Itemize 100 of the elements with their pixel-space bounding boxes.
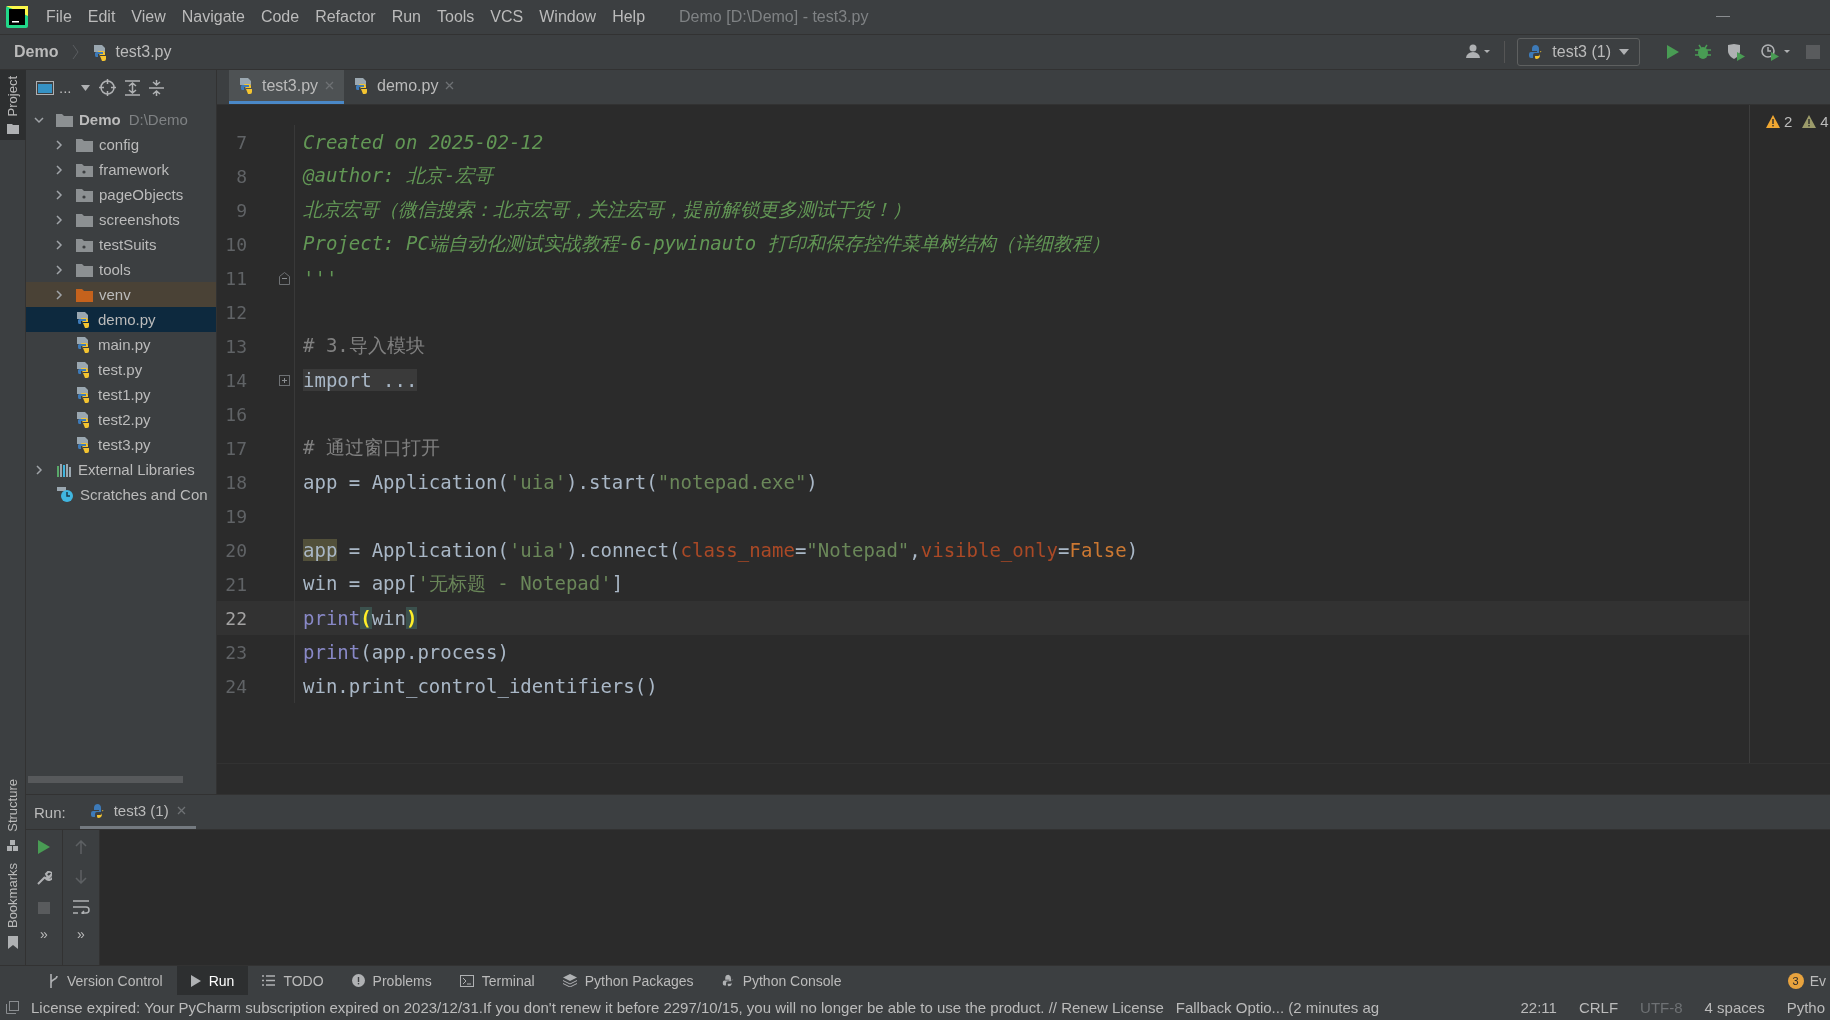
- bug-icon[interactable]: [1694, 43, 1712, 61]
- tool-window-tab[interactable]: Python Console: [707, 966, 856, 995]
- soft-wrap-icon[interactable]: [72, 900, 90, 915]
- library-icon: [56, 462, 72, 477]
- tree-item[interactable]: tools: [26, 257, 216, 282]
- tool-window-tab[interactable]: TODO: [248, 966, 338, 995]
- profile-icon[interactable]: [1760, 43, 1792, 61]
- expand-all-icon[interactable]: [124, 79, 140, 96]
- menu-item[interactable]: Help: [604, 8, 654, 26]
- tool-window-tab[interactable]: Run: [176, 966, 249, 995]
- tree-item[interactable]: testSuits: [26, 232, 216, 257]
- chevron-down-icon[interactable]: [34, 114, 44, 125]
- tree-item[interactable]: Scratches and Con: [26, 482, 216, 507]
- tree-item[interactable]: screenshots: [26, 207, 216, 232]
- status-item[interactable]: CRLF: [1573, 999, 1624, 1016]
- chevron-right-icon[interactable]: [54, 239, 64, 250]
- line-number: 22: [224, 607, 247, 629]
- tree-item[interactable]: test3.py: [26, 432, 216, 457]
- tree-item[interactable]: External Libraries: [26, 457, 216, 482]
- menu-item[interactable]: Refactor: [307, 8, 384, 26]
- fold-icon[interactable]: [279, 271, 290, 285]
- project-tool-tab[interactable]: Project: [0, 70, 26, 141]
- side-tool-tab[interactable]: Bookmarks: [0, 856, 26, 955]
- code-line: app = Application('uia').start("notepad.exe"): [302, 471, 818, 493]
- layout-icon[interactable]: [36, 80, 54, 95]
- tool-window-tab[interactable]: Python Packages: [548, 966, 708, 995]
- rerun-icon[interactable]: [38, 840, 50, 855]
- status-item[interactable]: Pytho: [1781, 999, 1830, 1016]
- close-icon[interactable]: [445, 81, 455, 90]
- event-log-tab[interactable]: 3 Ev: [1787, 966, 1830, 995]
- tree-item[interactable]: pageObjects: [26, 182, 216, 207]
- tool-window-tab[interactable]: Problems: [337, 966, 446, 995]
- editor-tab[interactable]: test3.py: [229, 70, 345, 104]
- package-folder-icon: [76, 237, 93, 252]
- folder-icon: [76, 137, 93, 152]
- tree-item[interactable]: main.py: [26, 332, 216, 357]
- view-selector[interactable]: ...: [59, 79, 72, 96]
- tree-item[interactable]: venv: [26, 282, 216, 307]
- scrollbar-thumb[interactable]: [28, 775, 183, 783]
- chevron-right-icon[interactable]: [54, 164, 64, 175]
- menu-item[interactable]: Window: [531, 8, 605, 26]
- side-tool-tab[interactable]: Structure: [0, 773, 26, 857]
- chevron-right-icon[interactable]: [34, 464, 44, 475]
- locate-icon[interactable]: [98, 79, 116, 96]
- editor-tab[interactable]: demo.py: [344, 70, 465, 104]
- panel-toggle-icon[interactable]: [6, 1001, 19, 1014]
- tree-item[interactable]: demo.py: [26, 307, 216, 332]
- status-message[interactable]: Fallback Optio... (2 minutes ag: [1175, 999, 1380, 1016]
- coverage-icon[interactable]: [1726, 43, 1746, 61]
- chevron-right-icon[interactable]: [54, 189, 64, 200]
- more-button[interactable]: »: [77, 926, 85, 943]
- chevron-right-icon[interactable]: [54, 139, 64, 150]
- menu-item[interactable]: Navigate: [173, 8, 253, 26]
- tree-item-label: demo.py: [98, 311, 156, 328]
- tool-window-tab[interactable]: Version Control: [34, 966, 177, 995]
- collapse-all-icon[interactable]: [148, 79, 164, 96]
- tool-window-tab[interactable]: Terminal: [445, 966, 549, 995]
- menu-item[interactable]: Code: [252, 8, 308, 26]
- wrench-icon[interactable]: [36, 870, 52, 887]
- code-line: print(app.process): [302, 641, 509, 663]
- menu-item[interactable]: File: [38, 8, 80, 26]
- menu-item[interactable]: Run: [383, 8, 429, 26]
- alert-icon: [351, 974, 365, 987]
- menu-item[interactable]: Tools: [429, 8, 483, 26]
- run-panel-label: Run:: [34, 803, 66, 821]
- menu-item[interactable]: View: [123, 8, 174, 26]
- close-icon[interactable]: [176, 806, 186, 816]
- user-icon[interactable]: [1466, 44, 1493, 60]
- chevron-right-icon[interactable]: [54, 264, 64, 275]
- tree-item[interactable]: Demo D:\Demo: [26, 107, 216, 132]
- run-configuration-dropdown[interactable]: test3 (1): [1517, 38, 1640, 66]
- status-item[interactable]: 4 spaces: [1699, 999, 1770, 1016]
- python-file-icon: [76, 336, 92, 353]
- tree-item[interactable]: framework: [26, 157, 216, 182]
- tree-item[interactable]: test.py: [26, 357, 216, 382]
- chevron-right-icon[interactable]: [54, 214, 64, 225]
- tab-label: test3 (1): [113, 802, 169, 820]
- breadcrumb-item[interactable]: test3.py: [115, 43, 172, 61]
- line-number: 14: [224, 369, 247, 391]
- more-button[interactable]: »: [40, 926, 48, 943]
- minimize-icon[interactable]: [1716, 16, 1730, 18]
- warning-count[interactable]: 4: [1802, 113, 1829, 130]
- expand-fold-icon[interactable]: [279, 374, 290, 386]
- window-title: Demo [D:\Demo] - test3.py: [679, 8, 869, 26]
- tree-item[interactable]: test1.py: [26, 382, 216, 407]
- status-item[interactable]: 22:11: [1515, 999, 1562, 1016]
- run-icon[interactable]: [1666, 44, 1680, 60]
- menu-item[interactable]: Edit: [79, 8, 124, 26]
- tree-item-label: test2.py: [98, 411, 151, 428]
- tree-item-label: test.py: [98, 361, 143, 378]
- chevron-right-icon[interactable]: [54, 289, 64, 300]
- line-number: 8: [235, 165, 247, 187]
- tree-item[interactable]: test2.py: [26, 407, 216, 432]
- warning-count[interactable]: 2: [1766, 113, 1793, 130]
- breadcrumb-item[interactable]: Demo: [14, 43, 59, 61]
- caret-icon[interactable]: [80, 84, 90, 91]
- tree-item[interactable]: config: [26, 132, 216, 157]
- tab-label: Ev: [1809, 972, 1826, 989]
- menu-item[interactable]: VCS: [482, 8, 532, 26]
- status-message[interactable]: License expired: Your PyCharm subscription expired on 2023/12/31.If you don't renew it before 2297/10/15, you will no longer be able to use the product. // Renew License: [31, 999, 1164, 1016]
